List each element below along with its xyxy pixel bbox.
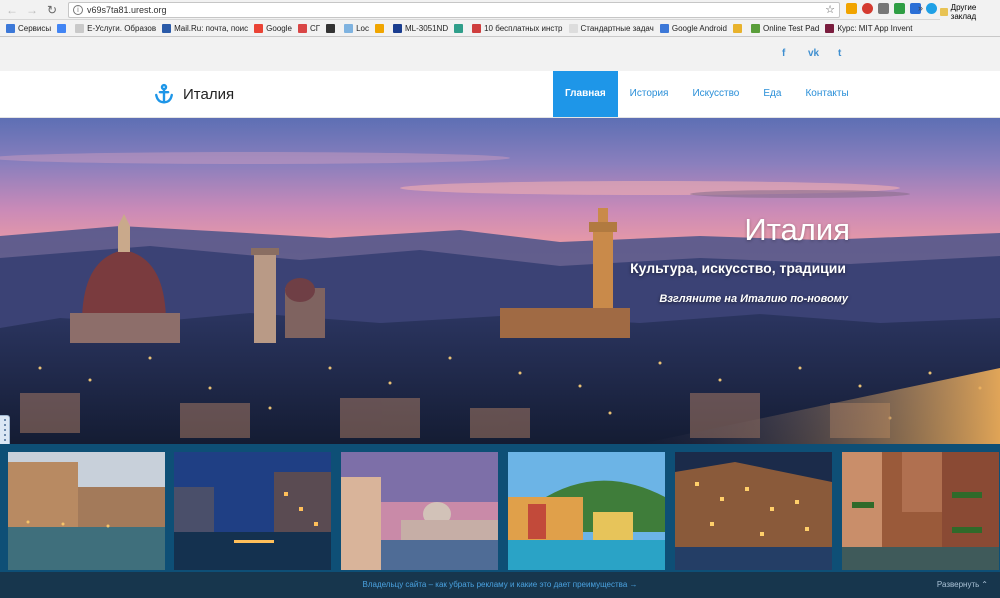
- bookmark-item[interactable]: Курс: MIT App Invent: [825, 23, 913, 33]
- bookmark-favicon-icon: [568, 23, 578, 33]
- florence-skyline-image: [0, 152, 1000, 444]
- extension-icon[interactable]: [894, 3, 905, 14]
- bookmark-item[interactable]: Стандартные задач: [568, 23, 654, 33]
- gallery-photo-venice-canal[interactable]: [8, 452, 165, 570]
- bookmarks-bar: Сервисы Е-Услуги. Образов Mail.Ru: почта, …: [0, 20, 1000, 37]
- expand-button[interactable]: Развернуть ⌃: [937, 580, 988, 589]
- nav-item[interactable]: Еда: [751, 71, 793, 117]
- bookmark-label: Google: [266, 23, 292, 33]
- gallery-photo-coastal-village[interactable]: [508, 452, 665, 570]
- bookmark-favicon-icon: [75, 23, 85, 33]
- chevron-up-icon: ⌃: [981, 580, 988, 589]
- bookmark-label: Сервисы: [18, 23, 52, 33]
- other-bookmarks-label: Другие заклад: [950, 3, 977, 21]
- bookmark-label: Е-Услуги. Образов: [87, 23, 157, 33]
- anchor-icon: [155, 83, 173, 104]
- back-icon[interactable]: ←: [4, 2, 20, 18]
- social-strip: f vk t: [0, 38, 1000, 71]
- reload-icon[interactable]: ↻: [44, 2, 60, 18]
- bookmark-label: Стандартные задач: [580, 23, 654, 33]
- forward-icon[interactable]: →: [24, 2, 40, 18]
- extension-icon[interactable]: [878, 3, 889, 14]
- hero-tagline: Взгляните на Италию по-новому: [659, 293, 848, 305]
- bookmark-item[interactable]: Google: [254, 23, 292, 33]
- bookmark-favicon-icon: [162, 23, 172, 33]
- bookmark-item[interactable]: [57, 23, 69, 33]
- nav-item[interactable]: Контакты: [793, 71, 860, 117]
- bookmark-label: Курс: MIT App Invent: [837, 23, 913, 33]
- bookmark-label: 10 бесплатных инстр: [484, 23, 563, 33]
- bookmarks-more-icon[interactable]: »: [918, 3, 923, 13]
- bookmark-favicon-icon: [659, 23, 669, 33]
- site-title: Италия: [183, 85, 235, 103]
- bookmark-favicon-icon: [733, 23, 742, 33]
- bookmark-label: Google Android: [671, 23, 727, 33]
- bookmark-favicon-icon: [344, 23, 354, 33]
- hero-subtitle: Культура, искусство, традиции: [630, 260, 846, 276]
- opera-icon[interactable]: [862, 3, 873, 14]
- bookmark-favicon-icon: [374, 23, 384, 33]
- bookmark-favicon-icon: [751, 23, 760, 33]
- facebook-icon[interactable]: f: [782, 48, 785, 59]
- bookmark-favicon-icon: [57, 23, 67, 33]
- site-header: Италия Главная История Искусство Еда Контакт…: [0, 71, 1000, 118]
- bookmark-item[interactable]: Loc: [344, 23, 369, 33]
- vk-icon[interactable]: vk: [808, 48, 819, 59]
- bookmark-item[interactable]: [454, 23, 466, 33]
- bookmark-item[interactable]: [374, 23, 387, 33]
- remove-ads-link[interactable]: Владельцу сайта – как убрать рекламу и к…: [0, 580, 1000, 589]
- bookmark-item[interactable]: Google Android: [659, 23, 727, 33]
- bookmark-item[interactable]: Е-Услуги. Образов: [75, 23, 157, 33]
- bookmark-favicon-icon: [454, 23, 464, 33]
- bookmark-favicon-icon: [254, 23, 264, 33]
- bookmark-favicon-icon: [326, 23, 336, 33]
- gallery-photo-cliff-village[interactable]: [675, 452, 832, 570]
- expand-label: Развернуть: [936, 580, 980, 589]
- nav-item[interactable]: Главная: [553, 71, 618, 117]
- ad-bar: Владельцу сайта – как убрать рекламу и к…: [0, 572, 1000, 598]
- site-logo[interactable]: Италия: [153, 83, 234, 105]
- bookmark-item[interactable]: [733, 23, 745, 33]
- skype-icon[interactable]: [926, 3, 937, 14]
- bookmark-star-icon[interactable]: ☆: [825, 3, 835, 17]
- bookmark-item[interactable]: [326, 23, 338, 33]
- bookmark-item[interactable]: Сервисы: [6, 23, 52, 33]
- other-bookmarks[interactable]: Другие заклад: [940, 3, 1000, 21]
- gallery-photo-venice-night[interactable]: [174, 452, 331, 570]
- gallery-photo-venice-basilica[interactable]: [341, 452, 498, 570]
- bookmark-favicon-icon: [392, 23, 402, 33]
- bookmark-favicon-icon: [297, 23, 307, 33]
- extension-icon[interactable]: [846, 3, 857, 14]
- site-info-icon[interactable]: i: [73, 5, 83, 15]
- folder-icon: [940, 8, 948, 16]
- bookmark-label: Mail.Ru: почта, поис: [174, 23, 249, 33]
- photo-gallery: [0, 444, 1000, 572]
- address-bar[interactable]: i v69s7ta81.urest.org ☆: [68, 2, 840, 18]
- bookmark-label: СГ: [309, 23, 321, 33]
- nav-item[interactable]: Искусство: [680, 71, 751, 117]
- bookmark-item[interactable]: 10 бесплатных инстр: [472, 23, 563, 33]
- bookmark-favicon-icon: [472, 23, 482, 33]
- bookmark-label: Loc: [356, 23, 369, 33]
- bookmark-item[interactable]: СГ: [297, 23, 321, 33]
- hero-banner: Италия Культура, искусство, традиции Взг…: [0, 118, 1000, 444]
- bookmark-favicon-icon: [6, 23, 15, 33]
- browser-toolbar: ← → ↻ ⌂ i v69s7ta81.urest.org ☆: [0, 0, 1000, 20]
- main-menu: Главная История Искусство Еда Контакты: [553, 71, 861, 117]
- bookmark-item[interactable]: Online Test Pad: [751, 23, 820, 33]
- hero-title: Италия: [744, 212, 850, 247]
- bookmark-item[interactable]: ML-3051ND: [392, 23, 449, 33]
- bookmark-item[interactable]: Mail.Ru: почта, поис: [162, 23, 249, 33]
- twitter-icon[interactable]: t: [838, 48, 841, 59]
- gallery-photo-venice-balconies[interactable]: [842, 452, 999, 570]
- bookmark-label: Online Test Pad: [763, 23, 820, 33]
- bookmark-favicon-icon: [825, 23, 835, 33]
- bookmark-label: ML-3051ND: [404, 23, 449, 33]
- nav-item[interactable]: История: [618, 71, 681, 117]
- url-text: v69s7ta81.urest.org: [87, 5, 167, 15]
